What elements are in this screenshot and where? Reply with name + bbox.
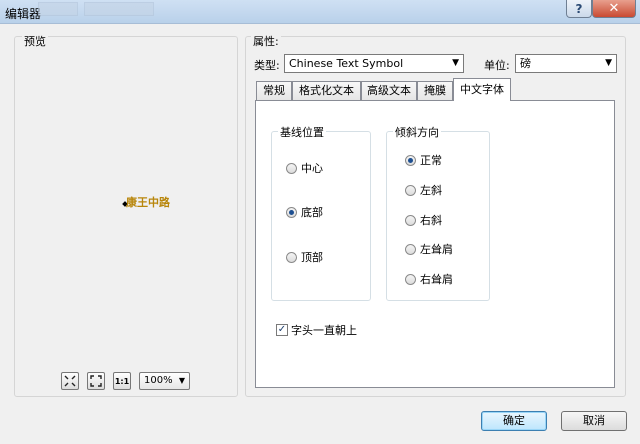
zoom-in-icon	[64, 375, 76, 387]
baseline-group: 基线位置 中心 底部 顶部	[271, 124, 371, 301]
unit-select[interactable]: 磅 ▼	[515, 54, 617, 73]
radio-indicator	[405, 184, 416, 196]
radio-label: 底部	[301, 206, 323, 219]
tab-chinese-font[interactable]: 中文字体	[453, 78, 511, 101]
help-button[interactable]: ?	[566, 0, 592, 18]
head-up-label: 字头一直朝上	[291, 324, 357, 337]
preview-panel	[14, 36, 238, 397]
tab-label: 格式化文本	[299, 84, 354, 97]
type-value: Chinese Text Symbol	[289, 57, 404, 70]
chevron-down-icon: ▼	[178, 376, 185, 385]
zoom-select[interactable]: 100% ▼	[139, 372, 190, 390]
actual-size-button[interactable]: 1:1	[113, 372, 131, 390]
chevron-down-icon: ▼	[605, 58, 612, 68]
chevron-down-icon: ▼	[452, 58, 459, 68]
radio-indicator	[405, 243, 416, 255]
tab-mask[interactable]: 掩膜	[417, 81, 453, 100]
radio-slant-left[interactable]: 左斜	[405, 182, 442, 198]
radio-baseline-bottom[interactable]: 底部	[286, 204, 323, 220]
radio-label: 左耸肩	[420, 243, 453, 256]
slant-group-title: 倾斜方向	[393, 124, 441, 140]
radio-label: 顶部	[301, 251, 323, 264]
ok-button[interactable]: 确定	[481, 411, 547, 431]
properties-label: 属性:	[251, 33, 281, 49]
radio-label: 中心	[301, 162, 323, 175]
radio-indicator	[286, 162, 297, 174]
background-window-ghost	[84, 2, 154, 16]
radio-slant-right[interactable]: 右斜	[405, 212, 442, 228]
radio-label: 右耸肩	[420, 273, 453, 286]
zoom-extent-icon	[90, 375, 102, 387]
radio-label: 右斜	[420, 214, 442, 227]
preview-sample-text: 康王中路	[126, 196, 170, 209]
tab-label: 高级文本	[367, 84, 411, 97]
zoom-value: 100%	[144, 375, 173, 386]
close-icon: ✕	[608, 1, 620, 16]
type-label: 类型:	[254, 59, 280, 72]
radio-baseline-top[interactable]: 顶部	[286, 249, 323, 265]
cancel-button[interactable]: 取消	[561, 411, 627, 431]
radio-slant-left-shoulder[interactable]: 左耸肩	[405, 241, 453, 257]
preview-label: 预览	[22, 33, 48, 49]
radio-indicator	[405, 154, 416, 166]
head-up-checkbox[interactable]: ✓ 字头一直朝上	[276, 322, 357, 338]
checkmark-icon: ✓	[276, 324, 288, 336]
radio-indicator	[405, 273, 416, 285]
zoom-extent-button[interactable]	[87, 372, 105, 390]
zoom-in-button[interactable]	[61, 372, 79, 390]
tab-formatted-text[interactable]: 格式化文本	[292, 81, 361, 100]
tab-general[interactable]: 常规	[256, 81, 292, 100]
radio-baseline-center[interactable]: 中心	[286, 160, 323, 176]
radio-label: 左斜	[420, 184, 442, 197]
unit-value: 磅	[520, 57, 531, 70]
tab-content-chinese-font: 基线位置 中心 底部 顶部 倾斜方向 正常 左斜 右斜 左耸肩 右耸肩	[255, 100, 615, 388]
unit-label: 单位:	[484, 59, 510, 72]
tab-advanced-text[interactable]: 高级文本	[361, 81, 417, 100]
radio-slant-right-shoulder[interactable]: 右耸肩	[405, 271, 453, 287]
radio-indicator	[405, 214, 416, 226]
radio-slant-normal[interactable]: 正常	[405, 152, 442, 168]
tab-label: 中文字体	[460, 83, 504, 96]
slant-group: 倾斜方向 正常 左斜 右斜 左耸肩 右耸肩	[386, 124, 490, 301]
baseline-group-title: 基线位置	[278, 124, 326, 140]
type-select[interactable]: Chinese Text Symbol ▼	[284, 54, 464, 73]
title-bar: 编辑器 ? ✕	[0, 0, 640, 24]
help-icon: ?	[575, 1, 583, 16]
background-window-ghost	[38, 2, 78, 16]
cancel-button-label: 取消	[583, 414, 605, 427]
tab-label: 掩膜	[424, 84, 446, 97]
radio-label: 正常	[420, 154, 442, 167]
tab-label: 常规	[263, 84, 285, 97]
radio-indicator	[286, 251, 297, 263]
radio-indicator	[286, 206, 297, 218]
close-button[interactable]: ✕	[592, 0, 636, 18]
window-title: 编辑器	[5, 7, 42, 21]
actual-size-icon: 1:1	[114, 376, 130, 386]
ok-button-label: 确定	[503, 414, 525, 427]
